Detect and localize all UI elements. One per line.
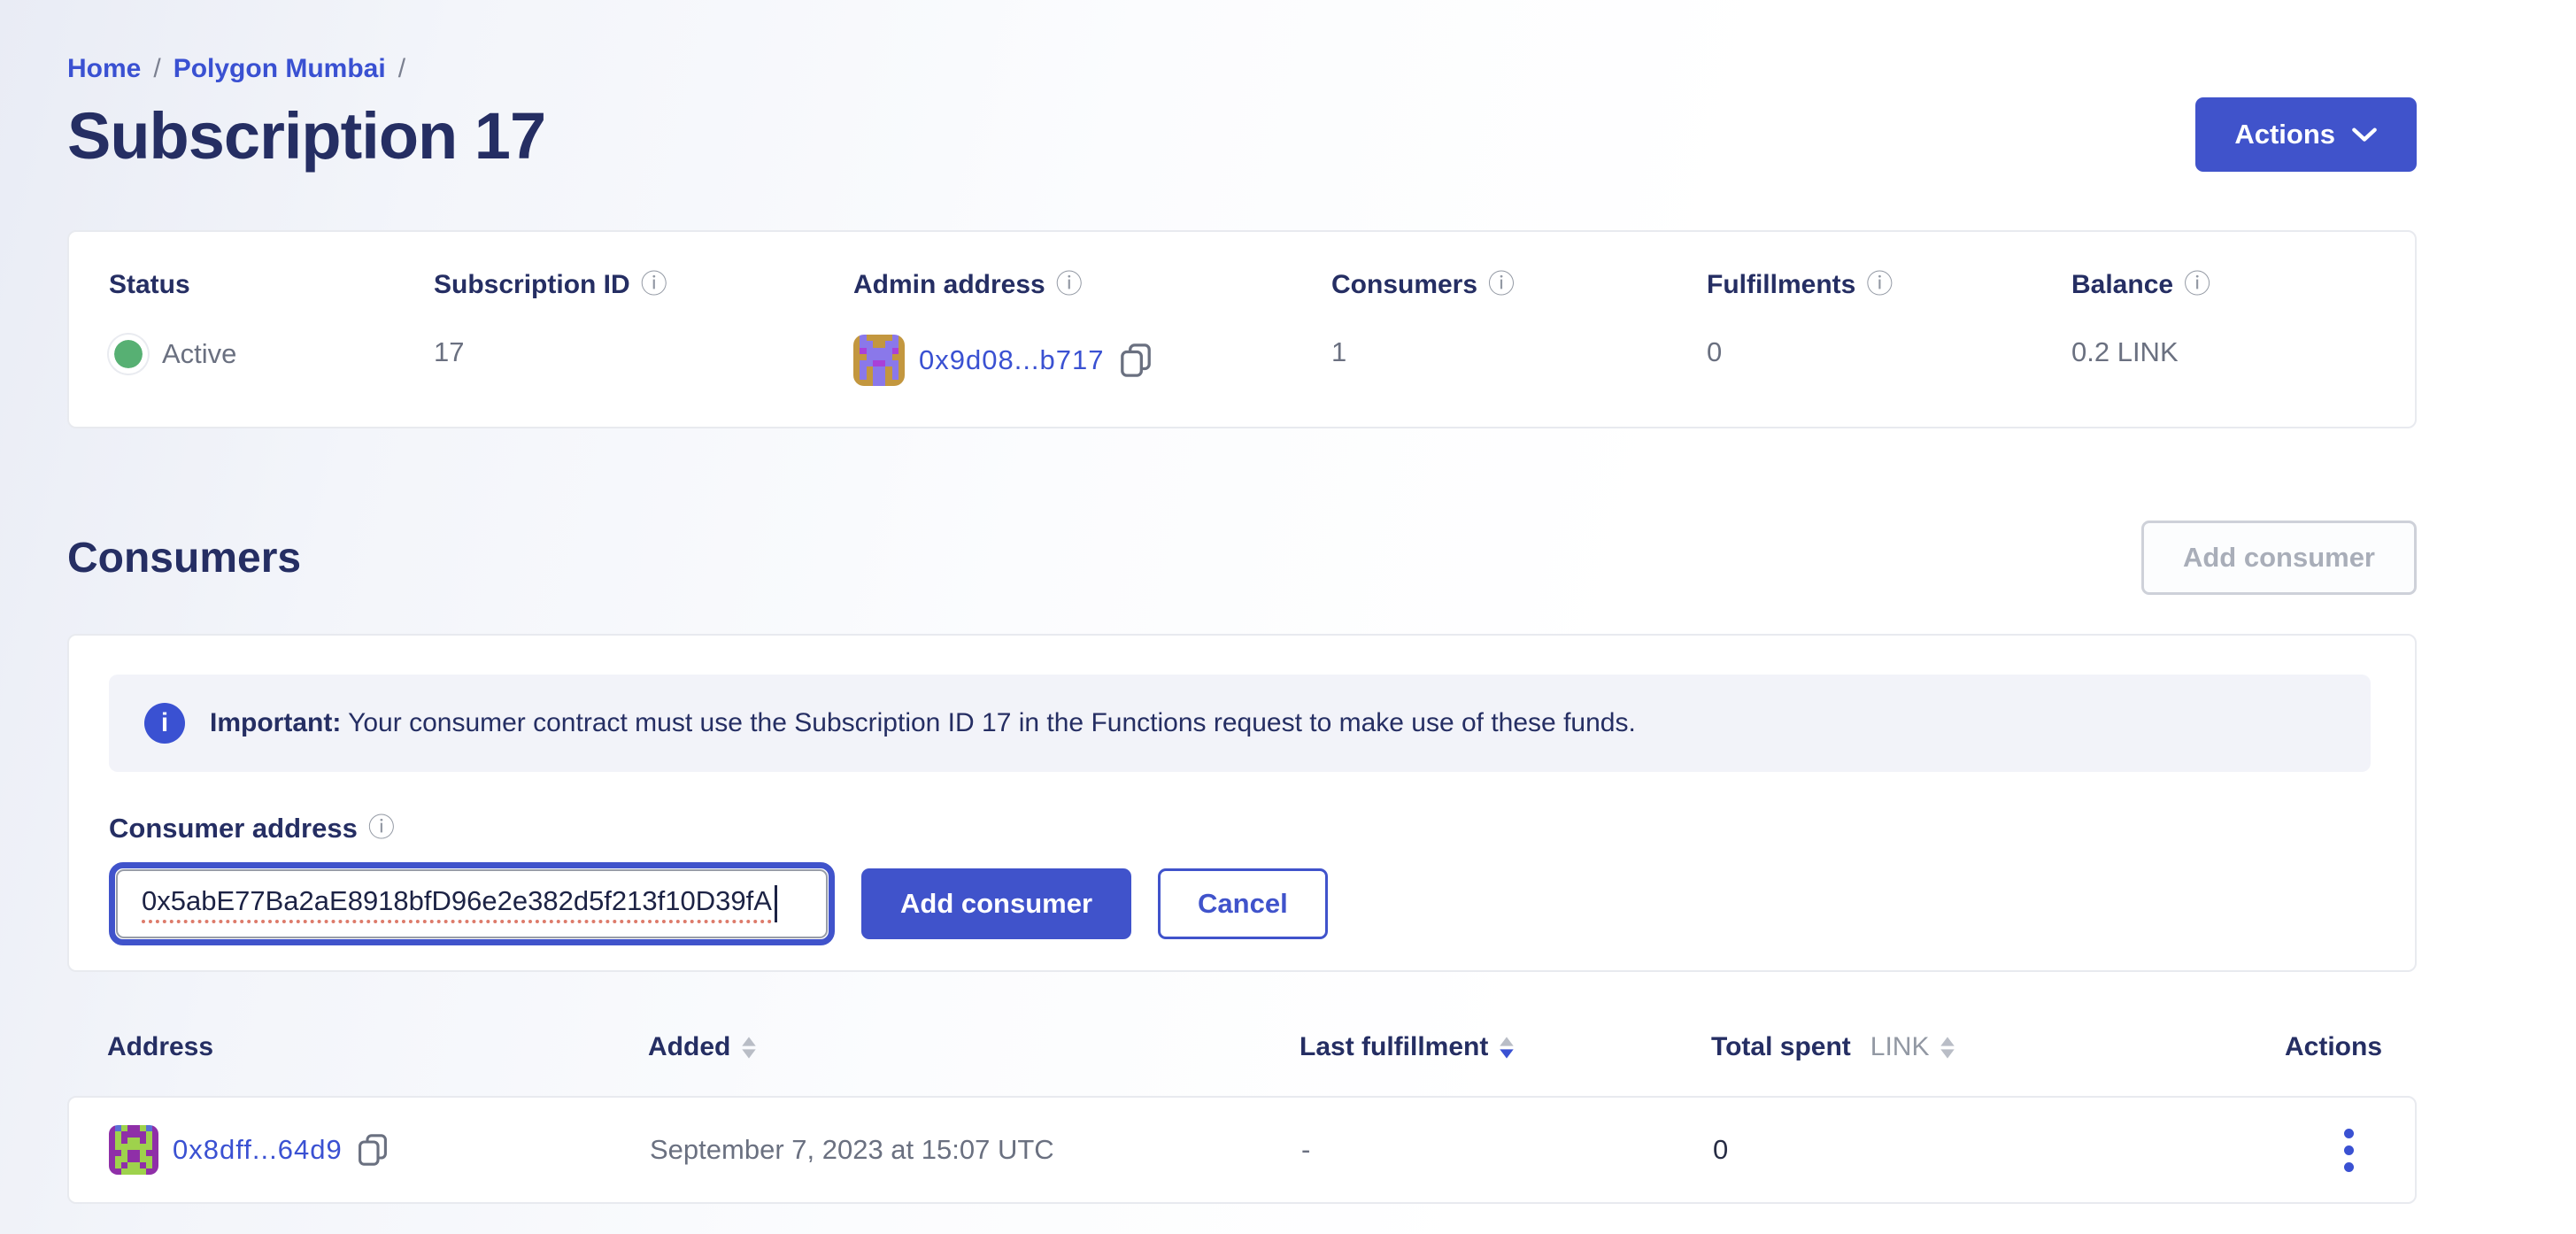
consumers-count-value: 1 bbox=[1331, 335, 1346, 370]
info-icon[interactable]: ⓘ bbox=[368, 815, 395, 842]
consumer-address-input-value: 0x5abE77Ba2aE8918bfD96e2e382d5f213f10D39… bbox=[142, 885, 772, 923]
info-icon[interactable]: ⓘ bbox=[641, 272, 667, 298]
fulfillments-count-value: 0 bbox=[1707, 335, 1722, 370]
consumers-heading: Consumers bbox=[67, 534, 301, 582]
total-spent-unit-label: LINK bbox=[1870, 1032, 1930, 1062]
stat-admin-address-label: Admin address bbox=[853, 269, 1045, 301]
column-header-added[interactable]: Added bbox=[648, 1032, 1300, 1062]
breadcrumb-link-home[interactable]: Home bbox=[67, 51, 141, 87]
stat-admin-address: Admin address ⓘ 0x9d08...b717 bbox=[853, 269, 1331, 386]
subscription-page: Home / Polygon Mumbai / Subscription 17 … bbox=[0, 0, 2576, 1204]
actions-button-label: Actions bbox=[2234, 119, 2335, 150]
banner-text: Important: Your consumer contract must u… bbox=[210, 708, 1636, 738]
consumers-table-header: Address Added Last fulfillment Total spe… bbox=[67, 1029, 2417, 1066]
page-title: Subscription 17 bbox=[67, 97, 545, 175]
stat-subscription-id-label: Subscription ID bbox=[434, 269, 630, 301]
stat-fulfillments-label: Fulfillments bbox=[1707, 269, 1855, 301]
subscription-id-value: 17 bbox=[434, 335, 464, 370]
add-consumer-card: i Important: Your consumer contract must… bbox=[67, 634, 2417, 972]
info-icon[interactable]: ⓘ bbox=[1866, 272, 1893, 298]
breadcrumb-separator: / bbox=[398, 51, 405, 87]
breadcrumb: Home / Polygon Mumbai / bbox=[67, 51, 2417, 87]
breadcrumb-separator: / bbox=[153, 51, 160, 87]
consumer-table-row: 0x8dff...64d9 September 7, 2023 at 15:07… bbox=[67, 1096, 2417, 1204]
column-header-actions: Actions bbox=[2285, 1032, 2382, 1062]
consumer-address-avatar bbox=[109, 1125, 158, 1175]
stat-consumers: Consumers ⓘ 1 bbox=[1331, 269, 1707, 386]
add-consumer-submit-button[interactable]: Add consumer bbox=[861, 868, 1131, 939]
admin-address-link[interactable]: 0x9d08...b717 bbox=[919, 343, 1105, 378]
stat-status: Status Active bbox=[109, 269, 434, 386]
consumer-address-link[interactable]: 0x8dff...64d9 bbox=[173, 1134, 343, 1166]
chevron-down-icon bbox=[2351, 127, 2378, 143]
info-filled-icon: i bbox=[144, 703, 185, 744]
sort-icon[interactable] bbox=[741, 1037, 757, 1059]
subscription-stats-card: Status Active Subscription ID ⓘ 17 Admin… bbox=[67, 230, 2417, 428]
consumer-address-input[interactable]: 0x5abE77Ba2aE8918bfD96e2e382d5f213f10D39… bbox=[116, 869, 828, 938]
copy-icon[interactable] bbox=[1119, 342, 1153, 379]
actions-button[interactable]: Actions bbox=[2195, 97, 2417, 172]
stat-balance: Balance ⓘ 0.2 LINK bbox=[2071, 269, 2372, 386]
add-consumer-button-disabled[interactable]: Add consumer bbox=[2141, 521, 2417, 595]
column-header-last-fulfillment[interactable]: Last fulfillment bbox=[1300, 1032, 1711, 1062]
consumer-address-input-wrapper: 0x5abE77Ba2aE8918bfD96e2e382d5f213f10D39… bbox=[109, 862, 835, 945]
sort-icon-active-desc[interactable] bbox=[1499, 1037, 1515, 1059]
important-banner: i Important: Your consumer contract must… bbox=[109, 675, 2371, 772]
text-caret bbox=[775, 885, 777, 922]
info-icon[interactable]: ⓘ bbox=[2184, 272, 2210, 298]
admin-address-avatar bbox=[853, 335, 905, 386]
consumer-total-spent: 0 bbox=[1713, 1134, 2287, 1166]
consumer-added-date: September 7, 2023 at 15:07 UTC bbox=[650, 1134, 1301, 1166]
consumer-last-fulfillment: - bbox=[1301, 1134, 1713, 1166]
copy-icon[interactable] bbox=[357, 1132, 389, 1168]
stat-status-label: Status bbox=[109, 269, 190, 301]
stat-fulfillments: Fulfillments ⓘ 0 bbox=[1707, 269, 2071, 386]
stat-subscription-id: Subscription ID ⓘ 17 bbox=[434, 269, 853, 386]
stat-consumers-label: Consumers bbox=[1331, 269, 1477, 301]
cancel-button[interactable]: Cancel bbox=[1158, 868, 1328, 939]
row-actions-kebab-icon[interactable] bbox=[2335, 1120, 2363, 1181]
column-header-total-spent[interactable]: Total spent LINK bbox=[1711, 1032, 2285, 1062]
column-header-address: Address bbox=[107, 1032, 648, 1062]
balance-value: 0.2 LINK bbox=[2071, 335, 2179, 370]
info-icon[interactable]: ⓘ bbox=[1488, 272, 1515, 298]
status-value: Active bbox=[162, 336, 236, 372]
consumer-address-label: Consumer address bbox=[109, 813, 358, 845]
sort-icon[interactable] bbox=[1940, 1037, 1955, 1059]
breadcrumb-link-network[interactable]: Polygon Mumbai bbox=[174, 51, 386, 87]
status-active-dot bbox=[109, 335, 148, 374]
stat-balance-label: Balance bbox=[2071, 269, 2173, 301]
info-icon[interactable]: ⓘ bbox=[1056, 272, 1083, 298]
